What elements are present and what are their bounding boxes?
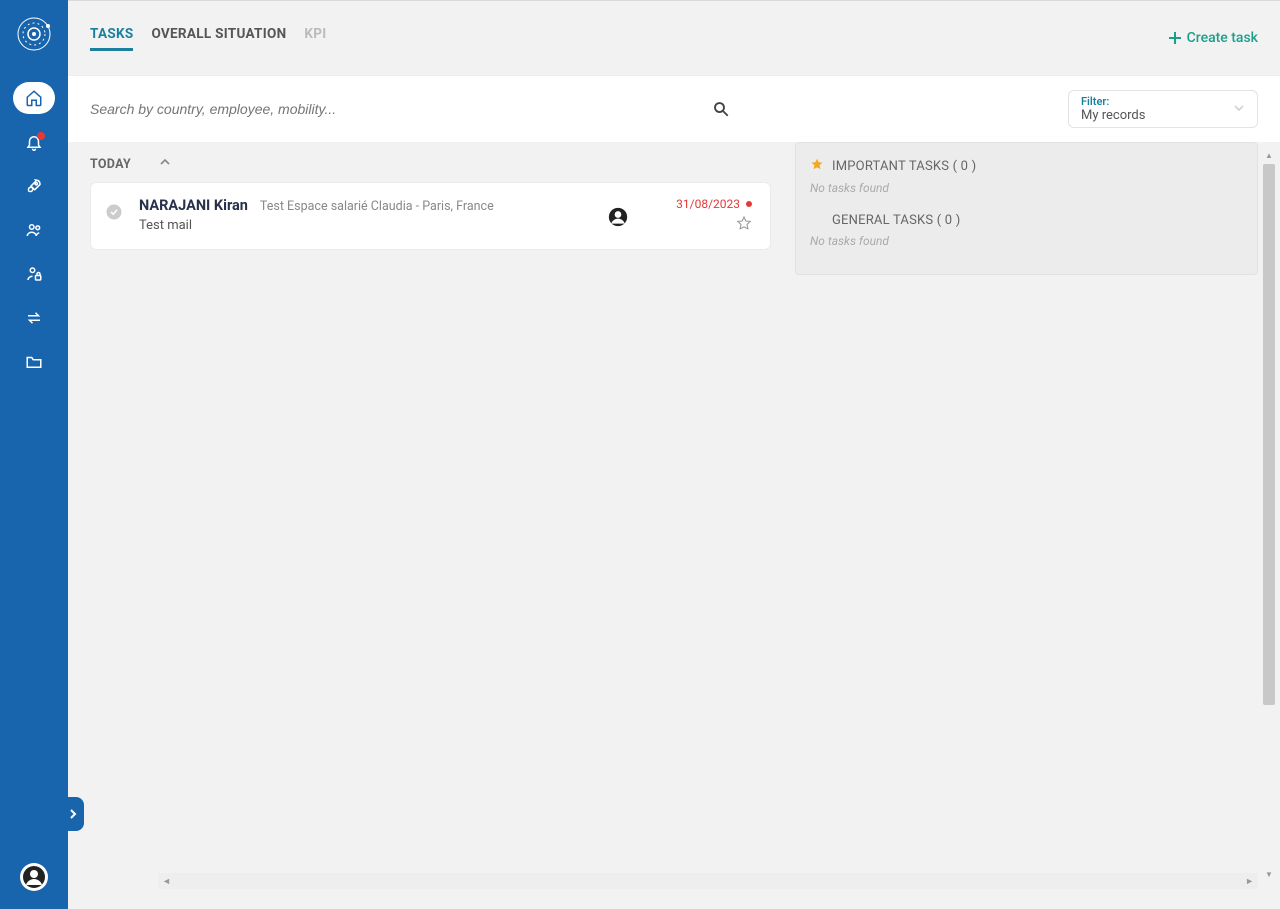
task-date-text: 31/08/2023 <box>676 197 740 211</box>
search-input[interactable] <box>90 101 704 117</box>
task-date: 31/08/2023 <box>676 197 752 211</box>
search-row: Filter: My records <box>68 76 1280 142</box>
general-tasks-label: GENERAL TASKS ( 0 ) <box>832 213 960 228</box>
nav-transfers[interactable] <box>13 302 55 334</box>
general-tasks-title: GENERAL TASKS ( 0 ) <box>810 213 1243 228</box>
nav-rocket[interactable] <box>13 170 55 202</box>
rocket-icon <box>25 177 43 195</box>
task-employee-name: NARAJANI Kiran <box>139 197 248 214</box>
important-tasks-title: IMPORTANT TASKS ( 0 ) <box>810 157 1243 175</box>
collapse-today-button[interactable] <box>159 156 171 172</box>
tab-tasks[interactable]: TASKS <box>90 26 133 51</box>
folder-icon <box>25 353 43 371</box>
important-tasks-section: IMPORTANT TASKS ( 0 ) No tasks found <box>810 153 1243 209</box>
tab-overall-situation[interactable]: OVERALL SITUATION <box>151 26 286 51</box>
main-body: TODAY NARAJANI Kiran Test Espace salarié… <box>68 142 1280 891</box>
tab-kpi: KPI <box>304 26 326 51</box>
filter-label: Filter: <box>1081 95 1233 108</box>
task-subject: Test mail <box>139 218 592 233</box>
tabs: TASKS OVERALL SITUATION KPI <box>90 26 327 51</box>
chevron-down-icon <box>1233 102 1245 117</box>
scroll-down-arrow[interactable]: ▼ <box>1265 869 1273 881</box>
home-icon <box>25 89 43 107</box>
sidebar <box>0 0 68 909</box>
chevron-up-icon <box>159 156 171 168</box>
task-complete-toggle[interactable] <box>105 203 123 225</box>
task-star-toggle[interactable] <box>676 215 752 235</box>
horizontal-scrollbar[interactable]: ◄ ► <box>158 873 1258 889</box>
task-description: Test Espace salarié Claudia - Paris, Fra… <box>260 199 494 214</box>
scroll-left-arrow[interactable]: ◄ <box>158 876 175 887</box>
task-assignee-avatar[interactable] <box>608 207 628 231</box>
nav-folder[interactable] <box>13 346 55 378</box>
notification-dot <box>37 132 45 140</box>
tasks-column: TODAY NARAJANI Kiran Test Espace salarié… <box>68 142 771 891</box>
today-section-header: TODAY <box>90 142 771 182</box>
nav-user-lock[interactable] <box>13 258 55 290</box>
filter-dropdown[interactable]: Filter: My records <box>1068 90 1258 128</box>
avatar-icon <box>22 865 46 889</box>
task-card[interactable]: NARAJANI Kiran Test Espace salarié Claud… <box>90 182 771 250</box>
filter-value: My records <box>1081 108 1233 123</box>
right-scrollbar[interactable]: ▲ ▼ <box>1262 150 1276 881</box>
nav-users[interactable] <box>13 214 55 246</box>
create-task-button[interactable]: Create task <box>1169 30 1258 46</box>
right-panel: IMPORTANT TASKS ( 0 ) No tasks found GEN… <box>795 142 1258 275</box>
search-container <box>90 100 730 118</box>
user-lock-icon <box>25 265 43 283</box>
task-main: NARAJANI Kiran Test Espace salarié Claud… <box>139 197 592 233</box>
star-icon <box>810 157 824 175</box>
scroll-right-arrow[interactable]: ► <box>1241 876 1258 887</box>
header: TASKS OVERALL SITUATION KPI Create task <box>68 0 1280 76</box>
task-row-1: NARAJANI Kiran Test Espace salarié Claud… <box>139 197 592 214</box>
general-tasks-empty: No tasks found <box>810 228 1243 258</box>
plus-icon <box>1169 32 1181 44</box>
nav-home[interactable] <box>13 82 55 114</box>
filter-text: Filter: My records <box>1081 95 1233 123</box>
create-task-label: Create task <box>1187 30 1258 46</box>
star-outline-icon <box>736 215 752 231</box>
user-avatar[interactable] <box>20 863 48 891</box>
right-column: IMPORTANT TASKS ( 0 ) No tasks found GEN… <box>795 142 1280 891</box>
users-icon <box>24 221 44 239</box>
overdue-indicator <box>746 201 752 207</box>
task-right: 31/08/2023 <box>608 197 752 235</box>
content: Filter: My records TODAY <box>68 76 1280 891</box>
app-logo <box>14 14 54 54</box>
avatar-icon <box>608 207 628 227</box>
scroll-up-arrow[interactable]: ▲ <box>1265 150 1273 162</box>
general-tasks-section: GENERAL TASKS ( 0 ) No tasks found <box>810 209 1243 262</box>
sidebar-footer <box>0 863 68 891</box>
check-circle-icon <box>105 203 123 221</box>
nav-notifications[interactable] <box>13 126 55 158</box>
today-label: TODAY <box>90 157 131 172</box>
important-tasks-label: IMPORTANT TASKS ( 0 ) <box>832 159 976 174</box>
task-meta: 31/08/2023 <box>676 197 752 235</box>
transfer-icon <box>25 309 43 327</box>
search-icon[interactable] <box>712 100 730 118</box>
important-tasks-empty: No tasks found <box>810 175 1243 205</box>
scroll-thumb[interactable] <box>1263 164 1275 705</box>
